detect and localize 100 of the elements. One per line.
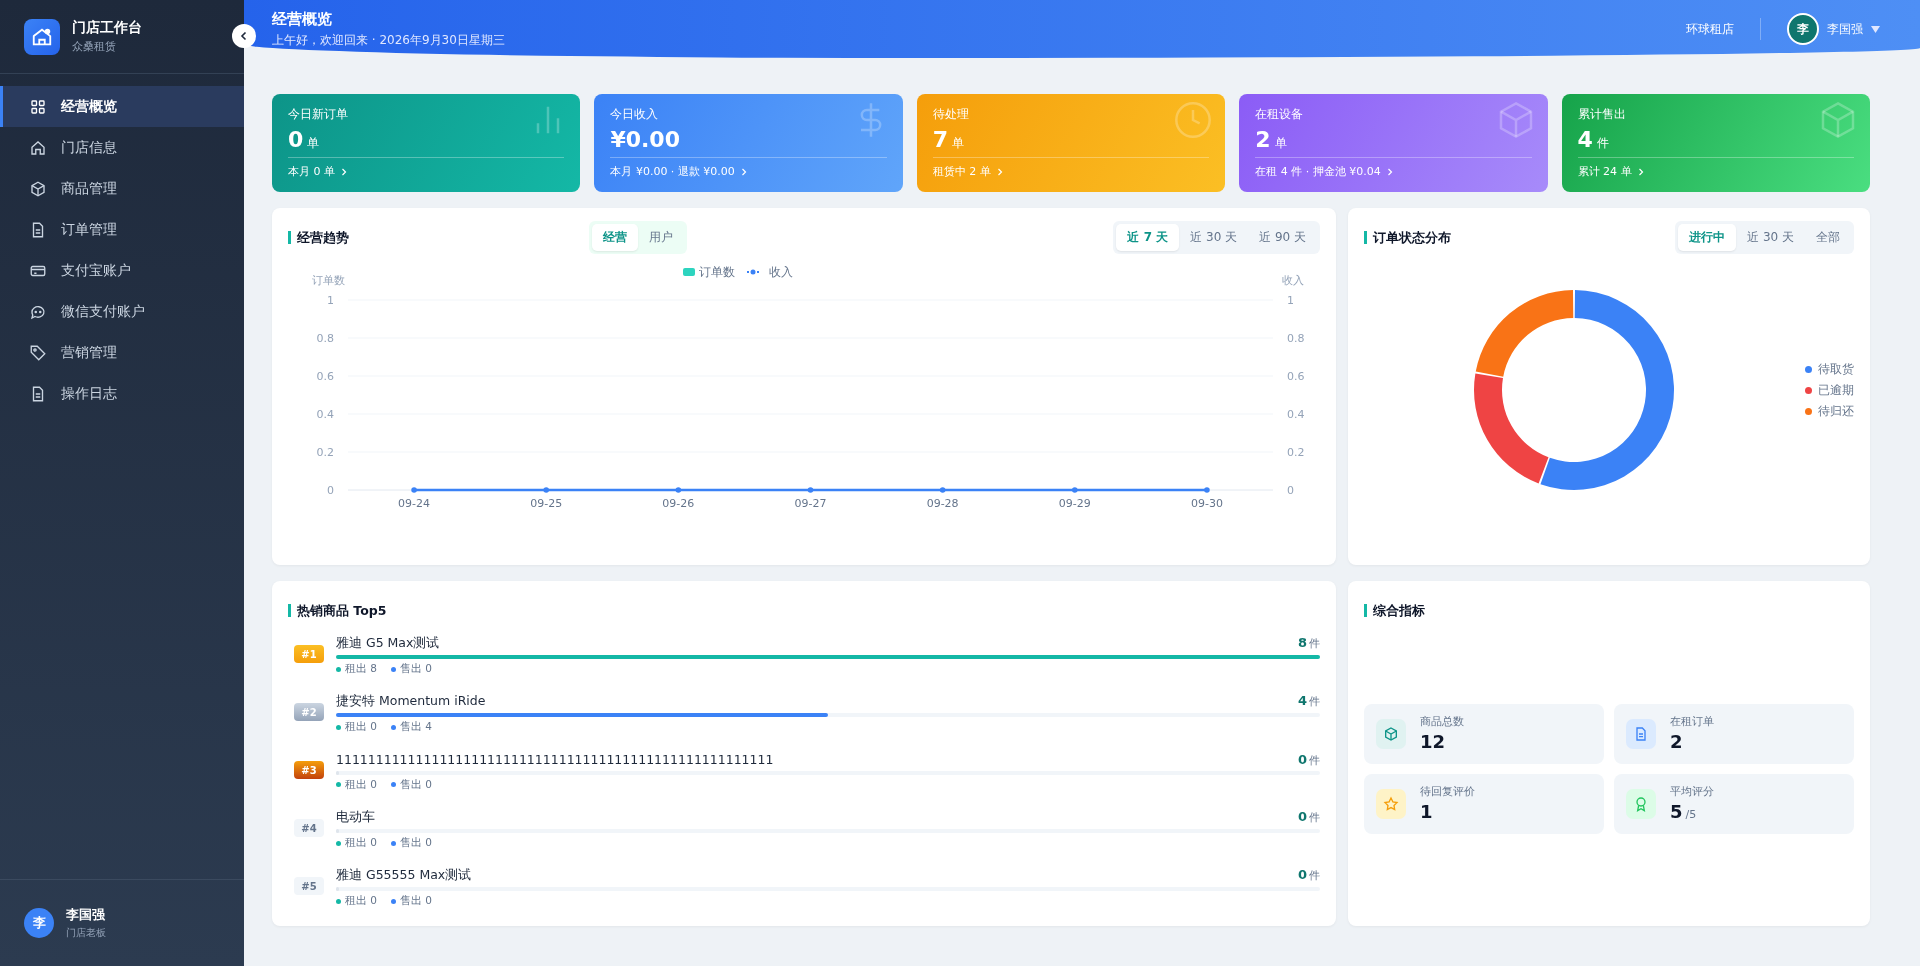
tick-label: 0.6 — [1287, 370, 1305, 383]
status-dot — [336, 782, 341, 787]
user-role: 门店老板 — [66, 926, 106, 940]
data-point — [1072, 487, 1078, 493]
status-dot — [336, 666, 341, 672]
axis-title: 订单数 — [311, 274, 345, 287]
rent-count: 租出 0 — [345, 720, 378, 734]
sidebar-item[interactable]: 营销管理 — [0, 332, 244, 373]
user-avatar: 李 — [24, 908, 54, 938]
count-unit: 件 — [1309, 695, 1320, 708]
product-name: 电动车 — [336, 809, 375, 826]
sold-count: 售出 0 — [400, 662, 433, 676]
chevron-icon — [1386, 167, 1393, 176]
tag-icon — [29, 343, 47, 362]
rent-count: 租出 8 — [345, 662, 378, 676]
grid-icon — [29, 97, 47, 116]
app-title: 门店工作台 — [72, 19, 142, 37]
legend-label: 待取货 — [1818, 361, 1854, 377]
logo-icon — [24, 18, 60, 55]
document-icon — [1626, 718, 1656, 749]
tick-label: 0.6 — [316, 370, 334, 383]
stat-value: 2 — [1255, 127, 1271, 152]
product-count: 4 — [1297, 693, 1307, 708]
sidebar-item[interactable]: 商品管理 — [0, 168, 244, 209]
metric-label: 在租订单 — [1670, 715, 1714, 729]
caret-icon — [1871, 25, 1880, 33]
store-name[interactable]: 环球租店 — [1686, 20, 1734, 38]
mode-tab[interactable]: 经营 — [592, 223, 638, 251]
card-title: 订单状态分布 — [1364, 230, 1451, 244]
mode-tab[interactable]: 用户 — [638, 223, 684, 251]
product-name: 雅迪 G55555 Max测试 — [336, 867, 472, 884]
rent-count: 租出 0 — [345, 777, 378, 792]
tick-label: 1 — [327, 294, 334, 307]
product-name: 捷安特 Momentum iRide — [336, 693, 486, 710]
stat-value: ¥0.00 — [610, 127, 680, 152]
tick-label: 0.4 — [316, 408, 334, 421]
period-tab[interactable]: 全部 — [1805, 223, 1851, 251]
sidebar-item[interactable]: 支付宝账户 — [0, 250, 244, 291]
greeting-text: 上午好，欢迎回来 · 2026年9月30日星期三 — [272, 31, 505, 49]
sidebar-item[interactable]: 经营概览 — [0, 86, 244, 127]
chevron-icon — [341, 167, 347, 176]
product-name: 雅迪 G5 Max测试 — [336, 635, 440, 652]
stat-label: 今日新订单 — [288, 106, 349, 123]
status-dot — [336, 724, 341, 730]
period-tab[interactable]: 近 90 天 — [1248, 223, 1317, 251]
legend-label: 订单数 — [699, 265, 735, 279]
tick-label: 0.4 — [1287, 408, 1305, 421]
sidebar-item[interactable]: 门店信息 — [0, 127, 244, 168]
rent-count: 租出 0 — [345, 836, 378, 850]
user-name: 李国强 — [1827, 20, 1863, 38]
cube-icon — [29, 179, 47, 198]
sidebar-item[interactable]: 订单管理 — [0, 209, 244, 250]
tick-label: 1 — [1287, 294, 1294, 307]
metric-value: 12 — [1420, 731, 1446, 752]
stat-unit: 单 — [1274, 135, 1287, 152]
tick-label: 0.8 — [1287, 332, 1305, 345]
sidebar-item[interactable]: 操作日志 — [0, 373, 244, 414]
status-dot — [391, 898, 397, 904]
chevron-icon — [1637, 167, 1644, 176]
period-tab[interactable]: 近 30 天 — [1179, 223, 1249, 251]
product-count: 0 — [1297, 867, 1307, 882]
status-dot — [336, 840, 341, 846]
status-dot — [336, 898, 341, 904]
sold-count: 售出 0 — [400, 894, 433, 908]
metric-label: 平均评分 — [1670, 785, 1714, 799]
period-tab[interactable]: 近 30 天 — [1736, 223, 1805, 251]
product-name: 1111111111111111111111111111111111111111111111111111111 — [336, 751, 774, 767]
data-point — [675, 487, 682, 493]
legend-swatch — [683, 268, 695, 276]
tick-label: 0.2 — [1287, 446, 1305, 459]
metric-suffix: /5 — [1685, 808, 1697, 821]
cube-icon — [1376, 718, 1406, 749]
metric-value: 1 — [1420, 801, 1433, 822]
tick-label: 09-25 — [530, 497, 563, 510]
stat-card[interactable]: 在租设备 2 单 在租 4 件 · 押金池 ¥0.04 — [1239, 94, 1548, 192]
collapse-button[interactable] — [232, 24, 256, 48]
sold-count: 售出 0 — [400, 777, 433, 792]
user-menu[interactable]: 李 李国强 — [1787, 13, 1880, 45]
sold-count: 售出 0 — [400, 836, 433, 850]
count-unit: 件 — [1309, 869, 1320, 882]
period-tab[interactable]: 进行中 — [1678, 223, 1737, 251]
stat-card[interactable]: 累计售出 4 件 累计 24 单 — [1561, 94, 1870, 192]
rank-badge: #1 — [294, 645, 324, 663]
stat-card[interactable]: 今日收入 ¥0.00 本月 ¥0.00 · 退款 ¥0.00 — [594, 94, 903, 192]
stat-unit: 件 — [1596, 135, 1609, 152]
sidebar-item[interactable]: 微信支付账户 — [0, 291, 244, 332]
chevron-icon — [996, 167, 1003, 176]
stat-label: 在租设备 — [1255, 106, 1305, 123]
status-dot — [391, 782, 397, 787]
tick-label: 09-28 — [926, 497, 959, 510]
stat-label: 待处理 — [932, 106, 970, 123]
stat-value: 0 — [288, 127, 304, 152]
legend-line-icon — [746, 269, 760, 275]
tick-label: 0 — [327, 484, 334, 497]
period-tab[interactable]: 近 7 天 — [1116, 223, 1180, 251]
data-point — [1204, 487, 1210, 493]
rent-count: 租出 0 — [345, 894, 378, 908]
count-unit: 件 — [1309, 753, 1320, 767]
stat-card[interactable]: 今日新订单 0 单 本月 0 单 — [272, 94, 581, 192]
axis-title: 收入 — [1282, 274, 1304, 287]
